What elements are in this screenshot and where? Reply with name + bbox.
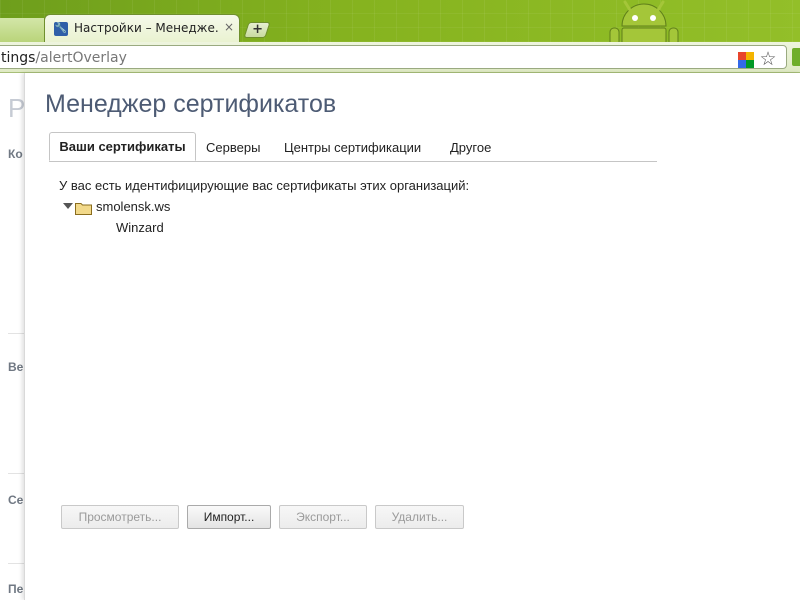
certificate-manager-overlay: Менеджер сертификатов Ваши сертификаты С… xyxy=(24,73,800,600)
page-action-icon[interactable] xyxy=(792,48,800,66)
active-browser-tab[interactable]: 🔧 Настройки – Менедже... × xyxy=(44,14,240,42)
wrench-icon: 🔧 xyxy=(54,22,68,36)
import-button[interactable]: Импорт... xyxy=(187,505,271,529)
tab-title: Настройки – Менедже... xyxy=(74,21,219,35)
new-tab-button[interactable]: + xyxy=(243,22,271,38)
url-host: tings xyxy=(1,50,36,66)
settings-section-label: Ко xyxy=(8,147,23,161)
folder-icon xyxy=(75,203,92,215)
tab-close-button[interactable]: × xyxy=(223,20,235,34)
browser-toolbar: tings/alertOverlay ☆ xyxy=(0,42,800,73)
delete-button[interactable]: Удалить... xyxy=(375,505,464,529)
browser-titlebar: 🔧 Настройки – Менедже... × + xyxy=(0,0,800,42)
tree-expand-arrow-icon[interactable] xyxy=(63,203,73,209)
tab-certificate-authorities[interactable]: Центры сертификации xyxy=(284,135,421,161)
android-theme-mascot xyxy=(609,0,679,42)
tab-your-certificates[interactable]: Ваши сертификаты xyxy=(49,132,196,161)
export-button[interactable]: Экспорт... xyxy=(279,505,367,529)
certificate-tab-strip: Ваши сертификаты Серверы Центры сертифик… xyxy=(49,132,657,162)
settings-section-label: Се xyxy=(8,493,24,507)
tree-item-organization[interactable]: smolensk.ws xyxy=(96,199,170,214)
extension-icon[interactable] xyxy=(738,52,754,68)
settings-page-title: Р xyxy=(8,93,26,123)
tree-item-certificate[interactable]: Winzard xyxy=(116,220,164,235)
tab-servers[interactable]: Серверы xyxy=(206,135,260,161)
certificates-intro-text: У вас есть идентифицирующие вас сертифик… xyxy=(59,178,470,193)
tab-other[interactable]: Другое xyxy=(450,135,491,161)
view-button[interactable]: Просмотреть... xyxy=(61,505,179,529)
url-path: /alertOverlay xyxy=(35,50,127,66)
url-text: tings/alertOverlay xyxy=(1,50,127,66)
address-bar[interactable]: tings/alertOverlay ☆ xyxy=(0,45,787,69)
settings-section-label: Ве xyxy=(8,360,24,374)
plus-icon: + xyxy=(251,22,263,37)
previous-tab-stub[interactable] xyxy=(0,18,45,42)
settings-section-label: Пе xyxy=(8,582,24,596)
dialog-title: Менеджер сертификатов xyxy=(45,90,337,118)
bookmark-star-icon[interactable]: ☆ xyxy=(758,49,778,69)
